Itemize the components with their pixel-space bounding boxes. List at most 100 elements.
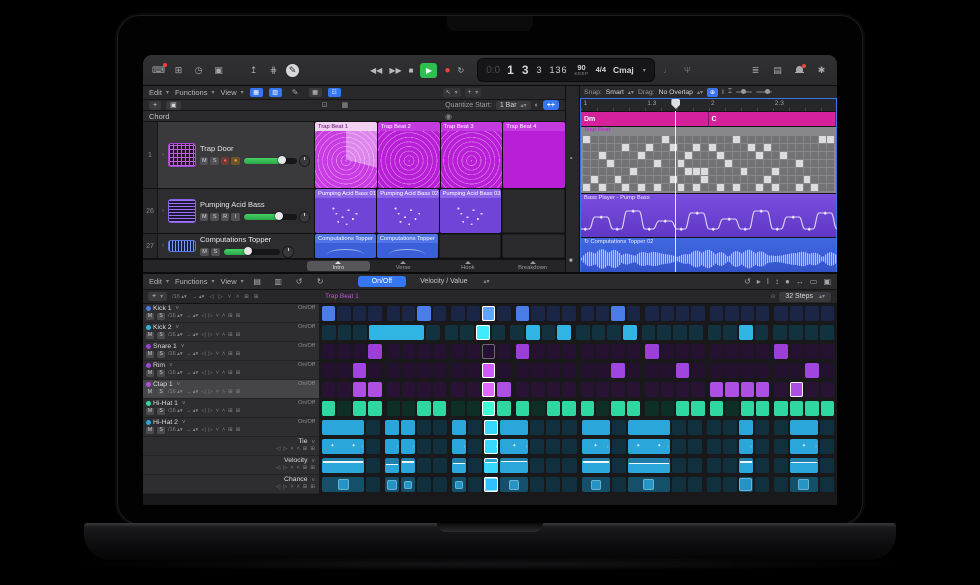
step-cell[interactable] [789,344,804,359]
step-cell[interactable] [322,344,336,359]
row-step-icon-3[interactable]: ˄ [222,333,225,339]
step-cell[interactable] [709,363,724,378]
stop-all-cells-icon[interactable]: ■ [569,258,573,264]
step-cell[interactable] [820,363,834,378]
row-step-icon-2[interactable]: ˅ [216,314,219,320]
step-cell[interactable] [706,477,721,492]
step-cell[interactable] [515,382,530,397]
step-cell[interactable] [755,306,770,321]
midi-region-bass[interactable]: Bass Player - Pump Bass [581,194,837,238]
step-cell[interactable] [627,420,670,435]
row-step-icon-3[interactable]: ˄ [297,447,300,453]
step-cell[interactable] [417,306,431,321]
scene-trigger-hook[interactable]: Hook [437,261,500,271]
row-rate-control[interactable]: /16 ▴▾ [168,371,183,377]
tab-onoff[interactable]: On/Off [357,276,407,287]
step-cell[interactable] [482,344,496,359]
step-cell[interactable] [627,477,670,492]
row-header-hi-hat-2[interactable]: Hi-Hat 2 ˅ On/Off M S/16 ▴▾ → ▴▾ ◁ ▷ ˅ ˄ ⊞ ⊞ [143,418,319,437]
step-cell[interactable] [788,325,803,340]
step-cell[interactable] [691,363,705,378]
step-cell[interactable] [754,325,769,340]
snap-select[interactable]: Smart ▴▾ [606,89,634,96]
mixer-icon[interactable]: ⋕ [266,64,281,77]
step-cell[interactable] [580,401,594,416]
step-cell[interactable] [432,401,447,416]
row-step-icon-4[interactable]: ⊞ [228,333,233,339]
step-cell[interactable] [322,306,336,321]
rate-control[interactable]: /16 ▴▾ [172,294,187,300]
vertical-arrows-icon[interactable]: ↕ [775,277,779,286]
audio-region-computations[interactable]: ↻ Computations Topper 02 [581,238,837,272]
step-cell[interactable] [738,420,753,435]
chevron-down-icon[interactable]: ˅ [311,459,315,465]
step-cell[interactable]: ✦ › [581,439,610,454]
step-cell[interactable]: ✦ › [789,439,818,454]
row-playmode-control[interactable]: → ▴▾ [186,409,199,415]
row-step-icon-5[interactable]: ⊞ [236,409,241,415]
step-cell[interactable] [754,439,769,454]
step-cell[interactable] [417,363,431,378]
step-cell[interactable] [707,325,722,340]
record-button[interactable]: ● [444,65,450,76]
midi-region-trap-beat[interactable]: Trap Beat [581,127,836,194]
pencil-icon[interactable]: ✎ [286,63,299,77]
chance-box[interactable] [484,478,498,491]
step-cell[interactable] [531,344,545,359]
step-cell[interactable] [337,401,351,416]
step-cell[interactable] [789,306,804,321]
step-cell[interactable] [789,458,818,473]
row-step-icon-0[interactable]: ◁ [276,466,280,472]
step-cell[interactable] [530,439,545,454]
step-cell[interactable] [580,344,594,359]
row-rate-control[interactable]: /16 ▴▾ [168,428,183,434]
panel-icon[interactable]: ▭ [810,277,818,286]
loop-cell[interactable]: Pumping Acid Bass 01 [315,189,377,233]
step-cell[interactable] [531,382,545,397]
row-header-rim[interactable]: Rim ˅ On/Off M S/16 ▴▾ → ▴▾ ◁ ▷ ˅ ˄ ⊞ ⊞ [143,361,319,380]
disclosure-icon[interactable]: › [162,152,164,158]
step-cell[interactable] [740,306,754,321]
display-icon[interactable]: ⊞ [171,64,186,77]
step-cell[interactable] [322,477,365,492]
rotate-right-icon[interactable]: ↻ [313,275,328,288]
chevron-down-icon[interactable]: ˅ [182,401,186,407]
left-click-tool-picker[interactable]: ↖ ▾ [442,88,461,97]
step-cell[interactable] [417,420,432,435]
step-cell[interactable] [497,382,511,397]
velocity-line[interactable] [790,461,817,464]
step-cell[interactable] [611,439,626,454]
row-step-icon-0[interactable]: ◁ [201,409,205,415]
inspector-panel-icon[interactable]: ▣ [823,277,831,286]
step-cell[interactable] [709,306,724,321]
empty-cell[interactable] [501,189,565,233]
step-cell[interactable] [530,420,545,435]
step-cell[interactable] [623,325,637,340]
step-cell[interactable] [611,363,625,378]
step-cell[interactable] [417,477,432,492]
step-cell[interactable] [722,439,737,454]
row-playmode-control[interactable]: → ▴▾ [186,428,199,434]
step-cell[interactable] [385,458,400,473]
step-cell[interactable] [546,382,561,397]
step-cell[interactable] [466,382,481,397]
step-cell[interactable] [402,401,416,416]
velocity-line[interactable] [485,461,498,464]
tracks-view-toggle-icon[interactable]: ▥ [268,88,282,97]
row-step-icon-0[interactable]: ◁ [201,333,205,339]
row-header-kick-2[interactable]: Kick 2 ˅ On/Off M S/16 ▴▾ → ▴▾ ◁ ▷ ˅ ˄ ⊞ ⊞ [143,323,319,342]
step-cell[interactable] [611,477,626,492]
step-cell[interactable] [541,325,556,340]
step-cell[interactable] [595,363,610,378]
step-cell[interactable] [482,306,496,321]
row-step-icon-2[interactable]: ˅ [216,409,219,415]
row-header-chance[interactable]: Chance ˅ ◁ ▷ ˅ ˄ ⊞ ⊞ [143,475,319,494]
step-cell[interactable] [497,344,511,359]
step-cell[interactable] [417,382,431,397]
step-cell[interactable] [366,477,381,492]
velocity-line[interactable] [582,461,609,463]
step-cell[interactable] [368,382,382,397]
chord-disclosure-icon[interactable]: ◉ [445,112,452,121]
step-cell[interactable] [452,458,467,473]
chevron-down-icon[interactable]: ˅ [176,306,180,312]
